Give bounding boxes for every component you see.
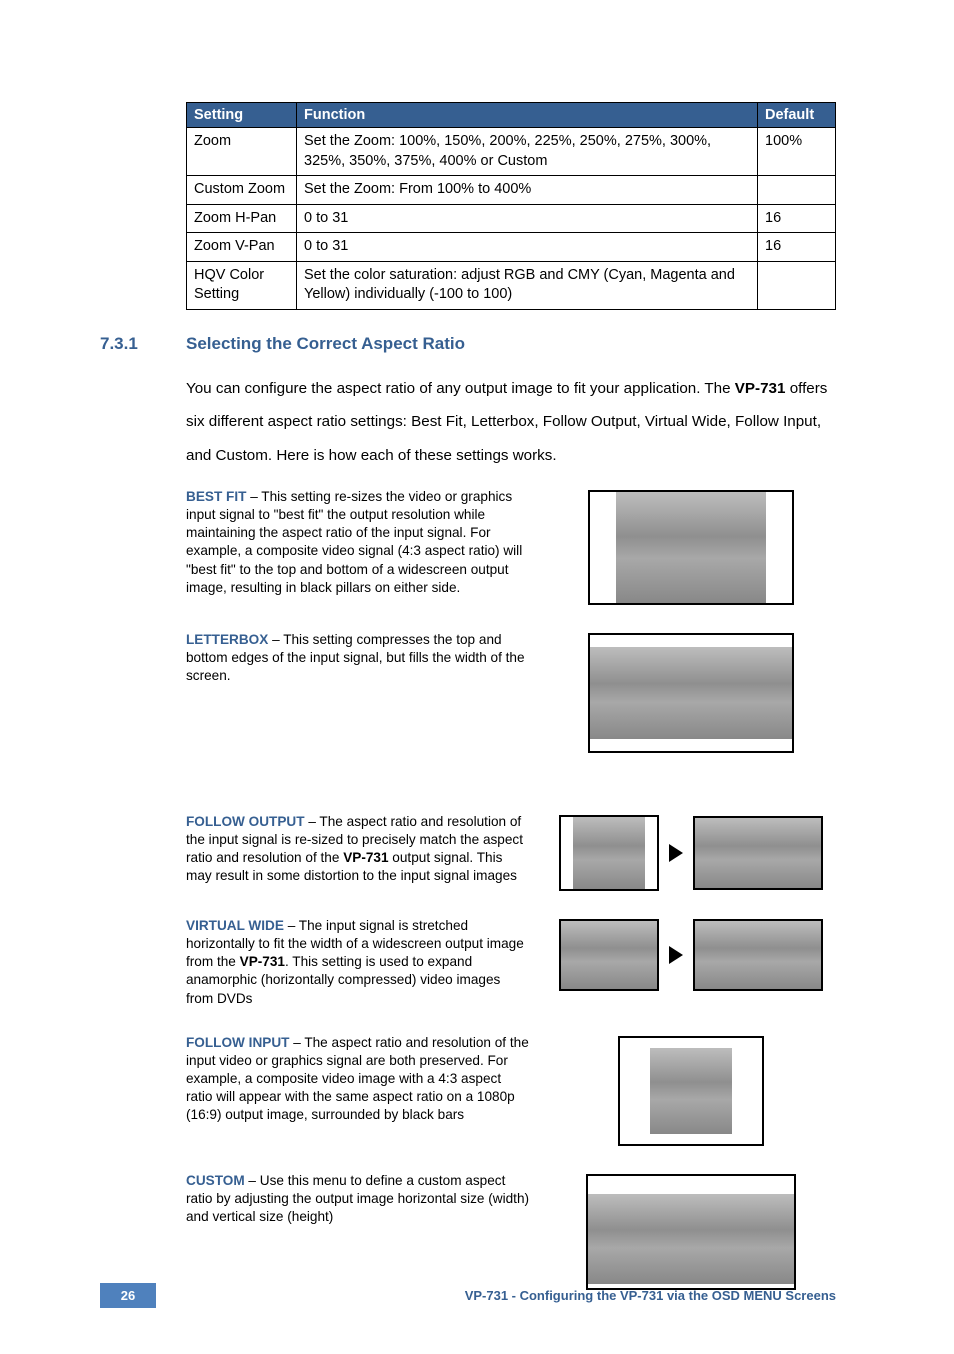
cell-function: Set the color saturation: adjust RGB and… [297, 261, 758, 309]
best-fit-image [588, 490, 794, 605]
cell-default [758, 176, 836, 205]
item-label: FOLLOW OUTPUT [186, 814, 305, 829]
aspect-item-custom: CUSTOM – Use this menu to define a custo… [186, 1172, 836, 1290]
cell-default: 16 [758, 204, 836, 233]
virtual-wide-src-image [559, 919, 659, 991]
page-footer: 26 VP-731 - Configuring the VP-731 via t… [100, 1283, 836, 1308]
follow-output-src-image [559, 815, 659, 891]
th-default: Default [758, 103, 836, 128]
aspect-item-letterbox: LETTERBOX – This setting compresses the … [186, 631, 836, 753]
aspect-item-follow-output: FOLLOW OUTPUT – The aspect ratio and res… [186, 813, 836, 891]
table-row: Zoom V-Pan 0 to 31 16 [187, 233, 836, 262]
item-label: VIRTUAL WIDE [186, 918, 284, 933]
product-name: VP-731 [240, 954, 285, 969]
follow-output-dst-image [693, 816, 823, 890]
intro-text: You can configure the aspect ratio of an… [186, 380, 735, 397]
cell-setting: Zoom [187, 128, 297, 176]
table-row: Custom Zoom Set the Zoom: From 100% to 4… [187, 176, 836, 205]
table-row: HQV Color Setting Set the color saturati… [187, 261, 836, 309]
item-text: – This setting re-sizes the video or gra… [186, 489, 522, 594]
item-label: BEST FIT [186, 489, 246, 504]
aspect-item-best-fit: BEST FIT – This setting re-sizes the vid… [186, 488, 836, 605]
page-number: 26 [100, 1283, 156, 1308]
cell-default: 100% [758, 128, 836, 176]
cell-setting: Zoom H-Pan [187, 204, 297, 233]
virtual-wide-dst-image [693, 919, 823, 991]
th-setting: Setting [187, 103, 297, 128]
section-title: Selecting the Correct Aspect Ratio [186, 334, 465, 354]
cell-default: 16 [758, 233, 836, 262]
letterbox-image [588, 633, 794, 753]
cell-setting: Custom Zoom [187, 176, 297, 205]
table-row: Zoom H-Pan 0 to 31 16 [187, 204, 836, 233]
table-row: Zoom Set the Zoom: 100%, 150%, 200%, 225… [187, 128, 836, 176]
cell-function: 0 to 31 [297, 204, 758, 233]
arrow-right-icon [669, 946, 683, 964]
cell-function: Set the Zoom: From 100% to 400% [297, 176, 758, 205]
product-name: VP-731 [343, 850, 388, 865]
item-label: FOLLOW INPUT [186, 1035, 289, 1050]
th-function: Function [297, 103, 758, 128]
product-name: VP-731 [735, 380, 786, 397]
item-label: LETTERBOX [186, 632, 268, 647]
cell-function: Set the Zoom: 100%, 150%, 200%, 225%, 25… [297, 128, 758, 176]
footer-text: VP-731 - Configuring the VP-731 via the … [156, 1288, 836, 1303]
section-number: 7.3.1 [100, 334, 186, 354]
cell-setting: Zoom V-Pan [187, 233, 297, 262]
aspect-item-virtual-wide: VIRTUAL WIDE – The input signal is stret… [186, 917, 836, 1007]
intro-paragraph: You can configure the aspect ratio of an… [186, 372, 836, 472]
custom-image [586, 1174, 796, 1290]
follow-input-image [618, 1036, 764, 1146]
arrow-right-icon [669, 844, 683, 862]
aspect-item-follow-input: FOLLOW INPUT – The aspect ratio and reso… [186, 1034, 836, 1146]
cell-function: 0 to 31 [297, 233, 758, 262]
section-heading: 7.3.1 Selecting the Correct Aspect Ratio [100, 334, 836, 354]
cell-setting: HQV Color Setting [187, 261, 297, 309]
cell-default [758, 261, 836, 309]
settings-table: Setting Function Default Zoom Set the Zo… [186, 102, 836, 310]
item-label: CUSTOM [186, 1173, 245, 1188]
